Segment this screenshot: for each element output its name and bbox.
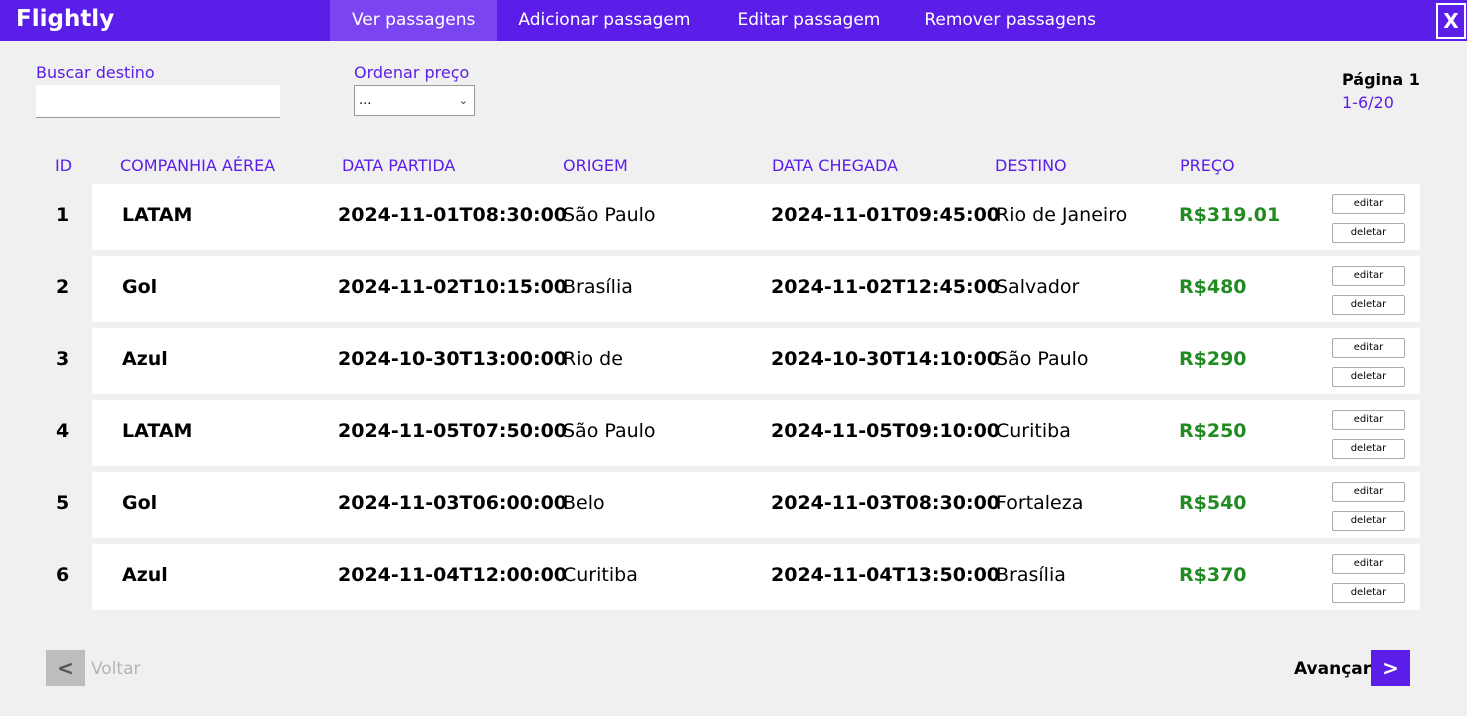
sort-selected-value: ... (359, 93, 372, 108)
row-departure: 2024-11-03T06:00:00 (338, 492, 568, 514)
header-id: ID (55, 156, 73, 175)
tab-remover-passagens[interactable]: Remover passagens (902, 0, 1118, 41)
row-id: 5 (56, 492, 70, 514)
row-airline: Azul (122, 348, 168, 370)
tab-adicionar-passagem[interactable]: Adicionar passagem (497, 0, 714, 41)
row-arrival: 2024-11-03T08:30:00 (771, 492, 1001, 514)
row-destination: Curitiba (996, 420, 1071, 442)
header-price: PREÇO (1180, 156, 1235, 175)
row-id: 4 (56, 420, 70, 442)
delete-button[interactable]: deletar (1332, 367, 1405, 387)
row-origin: Brasília (563, 276, 633, 298)
edit-button[interactable]: editar (1332, 338, 1405, 358)
header-arrival: DATA CHEGADA (772, 156, 898, 175)
row-departure: 2024-11-05T07:50:00 (338, 420, 568, 442)
row-airline: LATAM (122, 420, 193, 442)
row-origin: São Paulo (563, 420, 656, 442)
page-label: Página 1 (1342, 70, 1420, 89)
tab-editar-passagem[interactable]: Editar passagem (714, 0, 902, 41)
top-bar: Flightly Ver passagens Adicionar passage… (0, 0, 1467, 41)
row-origin: Belo (563, 492, 605, 514)
row-destination: Brasília (996, 564, 1066, 586)
delete-button[interactable]: deletar (1332, 223, 1405, 243)
row-origin: Rio de (563, 348, 623, 370)
row-id: 6 (56, 564, 70, 586)
main-nav: Ver passagens Adicionar passagem Editar … (330, 0, 1118, 41)
next-page-button[interactable]: > (1371, 650, 1410, 686)
header-destination: DESTINO (995, 156, 1067, 175)
delete-button[interactable]: deletar (1332, 583, 1405, 603)
row-departure: 2024-11-04T12:00:00 (338, 564, 568, 586)
row-price: R$540 (1179, 492, 1247, 514)
row-price: R$290 (1179, 348, 1247, 370)
edit-button[interactable]: editar (1332, 482, 1405, 502)
row-arrival: 2024-10-30T14:10:00 (771, 348, 1001, 370)
row-price: R$250 (1179, 420, 1247, 442)
row-arrival: 2024-11-04T13:50:00 (771, 564, 1001, 586)
edit-button[interactable]: editar (1332, 266, 1405, 286)
edit-button[interactable]: editar (1332, 410, 1405, 430)
row-airline: LATAM (122, 204, 193, 226)
prev-page-button[interactable]: < (46, 650, 85, 686)
row-arrival: 2024-11-01T09:45:00 (771, 204, 1001, 226)
edit-button[interactable]: editar (1332, 554, 1405, 574)
header-airline: COMPANHIA AÉREA (120, 156, 276, 175)
row-destination: Rio de Janeiro (996, 204, 1128, 226)
row-origin: Curitiba (563, 564, 638, 586)
edit-button[interactable]: editar (1332, 194, 1405, 214)
tab-ver-passagens[interactable]: Ver passagens (330, 0, 498, 41)
prev-page-label: Voltar (91, 659, 141, 679)
next-page-label: Avançar (1294, 659, 1372, 679)
page-range: 1-6/20 (1342, 93, 1394, 112)
app-title: Flightly (16, 6, 115, 32)
chevron-down-icon: ⌄ (458, 94, 468, 107)
search-input[interactable] (36, 85, 280, 118)
row-id: 1 (56, 204, 70, 226)
delete-button[interactable]: deletar (1332, 295, 1405, 315)
delete-button[interactable]: deletar (1332, 511, 1405, 531)
header-origin: ORIGEM (563, 156, 628, 175)
close-button[interactable]: X (1436, 3, 1466, 39)
row-departure: 2024-10-30T13:00:00 (338, 348, 568, 370)
row-destination: Salvador (996, 276, 1080, 298)
row-price: R$370 (1179, 564, 1247, 586)
row-arrival: 2024-11-02T12:45:00 (771, 276, 1001, 298)
row-id: 3 (56, 348, 70, 370)
search-label: Buscar destino (36, 63, 155, 82)
row-airline: Azul (122, 564, 168, 586)
row-price: R$319.01 (1179, 204, 1281, 226)
row-destination: Fortaleza (996, 492, 1084, 514)
header-departure: DATA PARTIDA (342, 156, 456, 175)
row-airline: Gol (122, 276, 158, 298)
sort-label: Ordenar preço (354, 63, 470, 82)
sort-select[interactable]: ... ⌄ (354, 85, 475, 116)
row-departure: 2024-11-02T10:15:00 (338, 276, 568, 298)
row-id: 2 (56, 276, 70, 298)
row-departure: 2024-11-01T08:30:00 (338, 204, 568, 226)
delete-button[interactable]: deletar (1332, 439, 1405, 459)
row-airline: Gol (122, 492, 158, 514)
row-destination: São Paulo (996, 348, 1089, 370)
row-origin: São Paulo (563, 204, 656, 226)
row-arrival: 2024-11-05T09:10:00 (771, 420, 1001, 442)
row-price: R$480 (1179, 276, 1247, 298)
